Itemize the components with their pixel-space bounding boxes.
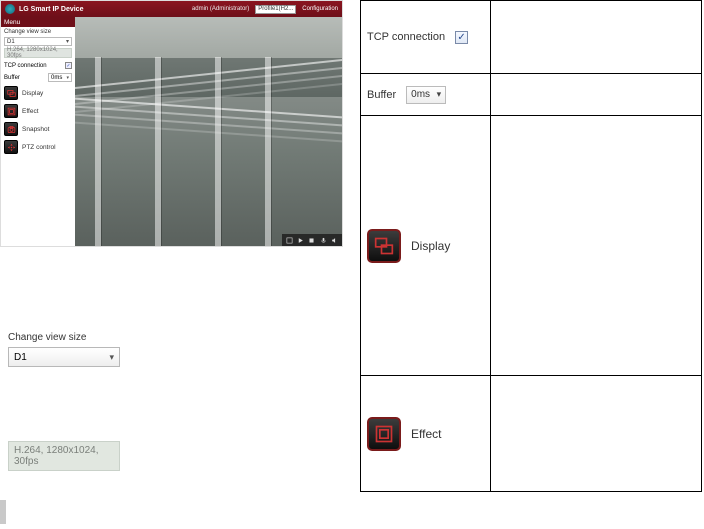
brand-text: LG Smart IP Device — [19, 6, 83, 13]
panel-viewsize-select[interactable]: D1 — [8, 347, 120, 367]
panel-stream-info: H.264, 1280x1024, 30fps — [8, 441, 120, 471]
configuration-link[interactable]: Configuration — [302, 6, 338, 12]
table-display-label: Display — [411, 239, 450, 253]
profile-select[interactable]: Profile1(H2... — [255, 5, 296, 14]
display-icon — [4, 86, 18, 100]
buffer-select[interactable]: 0ms — [48, 73, 72, 82]
table-effect-button[interactable]: Effect — [367, 417, 484, 451]
sidebar-item-display[interactable]: Display — [1, 84, 75, 102]
sidebar-item-effect[interactable]: Effect — [1, 102, 75, 120]
panel-change-view-size: Change view size D1 — [8, 332, 120, 367]
effect-icon — [4, 104, 18, 118]
settings-table: TCP connection ✓ Buffer 0ms Display — [360, 0, 702, 492]
video-controls — [282, 234, 342, 246]
buffer-label: Buffer — [4, 75, 20, 81]
video-viewport[interactable] — [75, 17, 342, 246]
video-frame — [75, 17, 342, 246]
table-buffer-label: Buffer — [367, 89, 396, 101]
menu-header: Menu — [1, 17, 75, 27]
logo-icon — [5, 4, 15, 14]
table-tcp-checkbox[interactable]: ✓ — [455, 31, 468, 44]
panel-viewsize-label: Change view size — [8, 332, 120, 343]
sidebar: Menu Change view size D1 H.264, 1280x102… — [1, 17, 75, 246]
fullscreen-icon[interactable] — [286, 236, 294, 244]
sidebar-item-label: Snapshot — [22, 126, 49, 133]
ptz-icon — [4, 140, 18, 154]
effect-icon — [367, 417, 401, 451]
table-effect-label: Effect — [411, 427, 441, 441]
user-label: admin (Administrator) — [192, 6, 249, 12]
sidebar-item-ptz[interactable]: PTZ control — [1, 138, 75, 156]
sidebar-item-label: Display — [22, 90, 43, 97]
view-size-select-value: D1 — [7, 39, 15, 45]
tcp-checkbox[interactable]: ✓ — [65, 62, 72, 69]
panel-viewsize-value: D1 — [14, 352, 27, 363]
table-tcp-label: TCP connection — [367, 31, 445, 43]
sidebar-item-snapshot[interactable]: Snapshot — [1, 120, 75, 138]
change-view-size-label: Change view size — [4, 29, 72, 35]
tcp-label: TCP connection — [4, 63, 47, 69]
table-buffer-select[interactable]: 0ms — [406, 86, 446, 104]
ip-device-app: LG Smart IP Device admin (Administrator)… — [0, 0, 343, 247]
play-icon[interactable] — [297, 236, 305, 244]
speaker-icon[interactable] — [330, 236, 338, 244]
mic-icon[interactable] — [319, 236, 327, 244]
stop-icon[interactable] — [308, 236, 316, 244]
table-buffer-value: 0ms — [411, 89, 430, 100]
snapshot-icon — [4, 122, 18, 136]
stray-gray-box — [0, 500, 6, 524]
table-display-button[interactable]: Display — [367, 229, 484, 263]
titlebar: LG Smart IP Device admin (Administrator)… — [1, 1, 342, 17]
view-size-select[interactable]: D1 — [4, 37, 72, 46]
stream-info-box: H.264, 1280x1024, 30fps — [4, 48, 72, 58]
buffer-select-value: 0ms — [51, 75, 62, 81]
profile-select-value: Profile1(H2... — [258, 6, 293, 12]
sidebar-item-label: PTZ control — [22, 144, 56, 151]
sidebar-item-label: Effect — [22, 108, 39, 115]
display-icon — [367, 229, 401, 263]
table-tcp-check-mark: ✓ — [457, 32, 465, 43]
titlebar-brand: LG Smart IP Device — [5, 4, 83, 14]
tcp-check-mark: ✓ — [66, 63, 70, 69]
